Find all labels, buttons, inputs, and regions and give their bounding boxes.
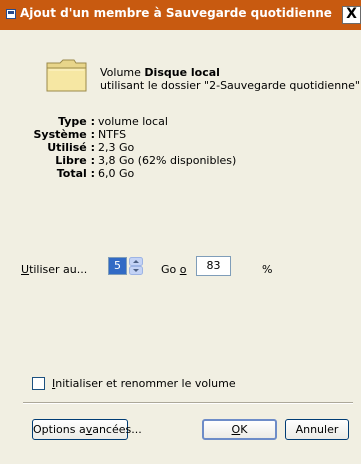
size-spinner-input[interactable]: 5 — [108, 257, 127, 275]
initialize-label[interactable]: Initialiser et renommer le volume — [52, 377, 236, 390]
volume-name-line: Volume Disque local — [100, 66, 220, 79]
volume-folder-line: utilisant le dossier "2-Sauvegarde quoti… — [100, 79, 360, 92]
ok-text: K — [240, 423, 248, 436]
initialize-checkbox[interactable] — [32, 377, 45, 390]
used-label: Utilisé : — [47, 141, 95, 154]
total-label: Total : — [56, 167, 95, 180]
advanced-text-b: ancées... — [92, 423, 142, 436]
ok-button[interactable]: OK — [202, 419, 277, 440]
window-title: Ajout d'un membre à Sauvegarde quotidien… — [20, 6, 332, 20]
free-label: Libre : — [55, 154, 95, 167]
unit-mnemonic: o — [179, 263, 187, 276]
separator — [23, 402, 353, 404]
size-spinner-arrows[interactable] — [129, 257, 143, 275]
use-label-text: tiliser au... — [29, 263, 88, 276]
total-value: 6,0 Go — [98, 167, 135, 180]
close-button[interactable]: X — [342, 6, 361, 24]
use-label-mnemonic: U — [21, 263, 30, 276]
cancel-button[interactable]: Annuler — [285, 419, 349, 440]
unit-label: Go o — [161, 263, 187, 276]
title-bar[interactable]: Ajout d'un membre à Sauvegarde quotidien… — [0, 0, 361, 30]
unit-prefix: Go — [161, 263, 180, 276]
type-value: volume local — [98, 115, 168, 128]
filesystem-label: Système : — [33, 128, 95, 141]
folder-icon — [46, 59, 87, 92]
advanced-options-button[interactable]: Options avancées... — [32, 419, 142, 440]
percent-input[interactable]: 83 — [196, 256, 231, 276]
filesystem-value: NTFS — [98, 128, 127, 141]
free-value: 3,8 Go (62% disponibles) — [98, 154, 237, 167]
use-label: Utiliser au... — [21, 263, 87, 276]
backup-window-icon — [6, 9, 16, 19]
type-label: Type : — [58, 115, 95, 128]
initialize-label-text: nitialiser et renommer le volume — [55, 377, 236, 390]
used-value: 2,3 Go — [98, 141, 135, 154]
ok-mnemonic: O — [231, 423, 241, 436]
volume-name: Disque local — [144, 66, 220, 79]
advanced-text-a: Options a — [33, 423, 86, 436]
percent-sign: % — [262, 263, 273, 276]
volume-prefix: Volume — [100, 66, 141, 79]
